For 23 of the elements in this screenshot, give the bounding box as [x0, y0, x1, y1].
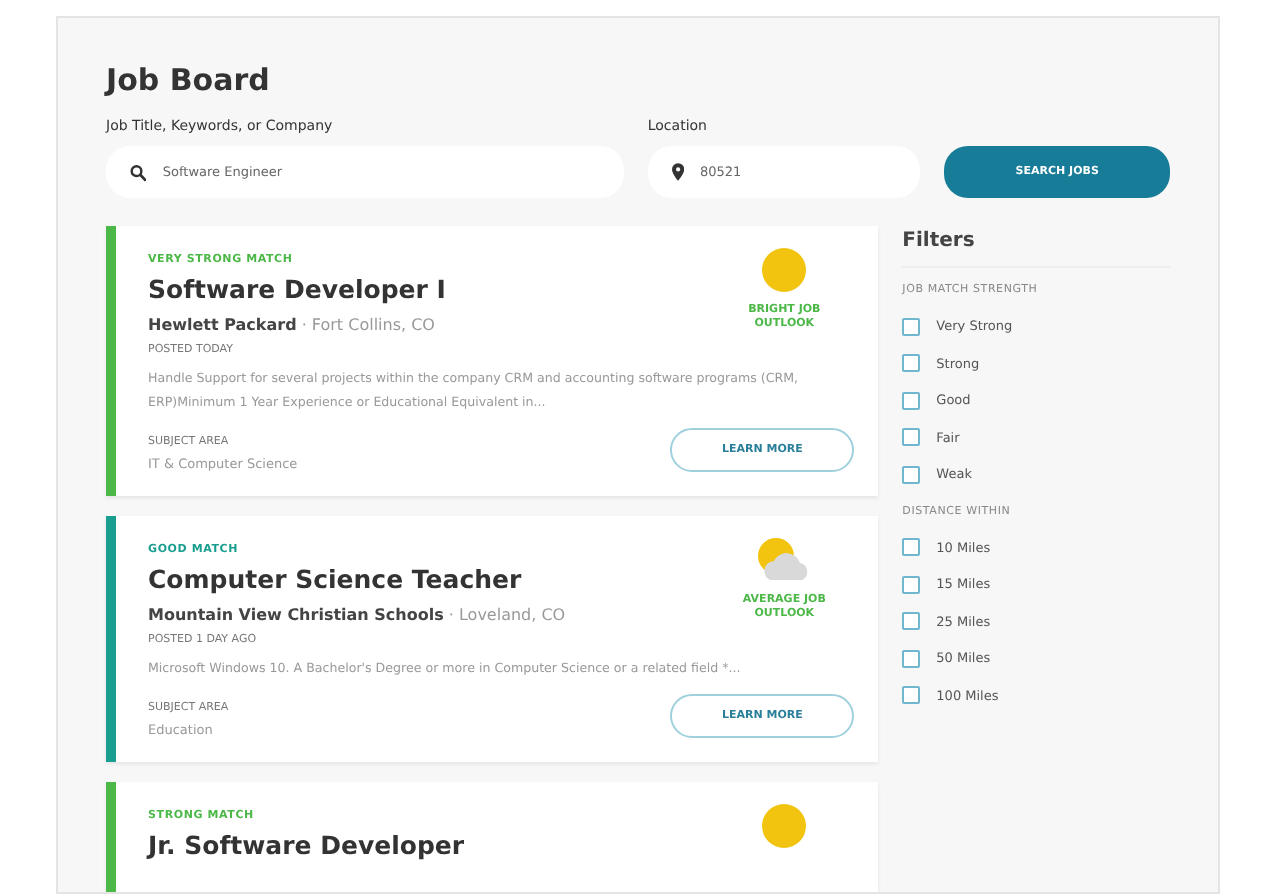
job-title: Software Developer I [148, 274, 446, 304]
checkbox[interactable] [902, 428, 921, 447]
map-pin-icon [671, 162, 684, 182]
checkbox[interactable] [902, 391, 921, 410]
job-location: · Loveland, CO [448, 606, 566, 624]
company-name: Mountain View Christian Schools [148, 606, 444, 624]
sun-icon [760, 802, 809, 850]
sun-icon [760, 246, 809, 294]
checkbox[interactable] [902, 649, 921, 668]
checkbox[interactable] [902, 465, 921, 484]
filters-heading: Filters [902, 230, 1170, 268]
company-name: Hewlett Packard [148, 316, 297, 334]
checkbox[interactable] [902, 317, 921, 336]
checkbox[interactable] [902, 686, 921, 705]
checkbox[interactable] [902, 354, 921, 373]
checkbox[interactable] [902, 612, 921, 631]
job-title: Computer Science Teacher [148, 564, 524, 594]
checkbox[interactable] [902, 575, 921, 594]
job-location: · Fort Collins, CO [301, 316, 435, 334]
search-icon [130, 163, 147, 181]
job-title: Jr. Software Developer [148, 830, 465, 860]
page-title: Job Board [106, 60, 272, 98]
checkbox[interactable] [902, 538, 921, 557]
